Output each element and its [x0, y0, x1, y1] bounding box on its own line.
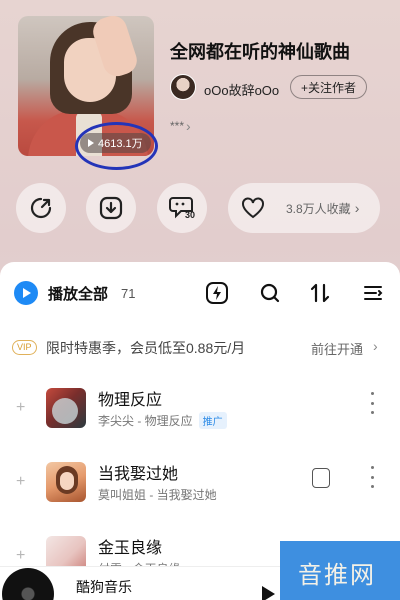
song-row[interactable]: + 物理反应 李尖尖 - 物理反应 推广 [0, 376, 400, 446]
add-icon[interactable]: + [16, 399, 25, 417]
search-icon[interactable] [257, 280, 283, 306]
collect-button[interactable]: 3.8万人收藏 › [228, 183, 380, 233]
song-meta: 莫叫姐姐 - 当我娶过她 [98, 486, 217, 503]
collect-count: 3.8万人收藏 [286, 201, 351, 216]
play-all-icon[interactable] [14, 281, 38, 305]
annotation-circle [75, 122, 158, 170]
song-title: 物理反应 [98, 392, 163, 409]
download-icon [99, 196, 123, 220]
player-title: 酷狗音乐 [76, 579, 132, 595]
mv-icon[interactable] [312, 468, 330, 488]
song-title: 当我娶过她 [98, 466, 179, 483]
vip-promo-text: 限时特惠季，会员低至0.88元/月 [46, 340, 246, 356]
chevron-right-icon: › [186, 118, 191, 134]
song-artist-album: 李尖尖 - 物理反应 [98, 414, 193, 428]
play-all-button[interactable]: 播放全部 [48, 283, 108, 304]
share-button[interactable] [16, 183, 66, 233]
add-icon[interactable]: + [16, 473, 25, 491]
author-avatar[interactable] [170, 74, 196, 100]
description-text: *** [170, 119, 185, 133]
vip-open-link[interactable]: 前往开通 [311, 339, 363, 358]
vip-badge: VIP [12, 340, 37, 355]
comment-count: 30 [185, 210, 196, 220]
song-artist-album: 莫叫姐姐 - 当我娶过她 [98, 488, 217, 502]
flash-icon[interactable] [204, 280, 230, 306]
more-options-icon[interactable] [364, 466, 380, 488]
song-artwork [46, 462, 86, 502]
promo-tag: 推广 [198, 412, 227, 429]
vip-promo-row[interactable]: VIP 限时特惠季，会员低至0.88元/月 前往开通 › [0, 330, 400, 364]
comment-button[interactable]: 30 [157, 183, 207, 233]
chevron-right-icon: › [354, 200, 360, 216]
chevron-right-icon: › [373, 338, 378, 354]
author-name[interactable]: oOo故辞oOo [204, 80, 279, 99]
song-artwork [46, 388, 86, 428]
song-title: 金玉良缘 [98, 540, 163, 557]
share-icon [30, 197, 52, 219]
heart-icon [240, 195, 266, 221]
playlist-description[interactable]: *** › [170, 118, 191, 134]
more-options-icon[interactable] [364, 392, 380, 414]
song-meta: 李尖尖 - 物理反应 推广 [98, 412, 227, 429]
song-count: 71 [121, 286, 136, 301]
follow-author-button[interactable]: +关注作者 [290, 75, 368, 99]
watermark-text: 音推网 [298, 561, 376, 589]
add-icon[interactable]: + [16, 547, 25, 565]
playlist-title: 全网都在听的神仙歌曲 [170, 42, 350, 62]
song-row[interactable]: + 当我娶过她 莫叫姐姐 - 当我娶过她 [0, 450, 400, 520]
menu-icon[interactable] [360, 280, 386, 306]
sort-icon[interactable] [307, 280, 333, 306]
watermark: 音推网 [280, 541, 400, 600]
download-button[interactable] [86, 183, 136, 233]
play-icon[interactable] [262, 586, 275, 600]
